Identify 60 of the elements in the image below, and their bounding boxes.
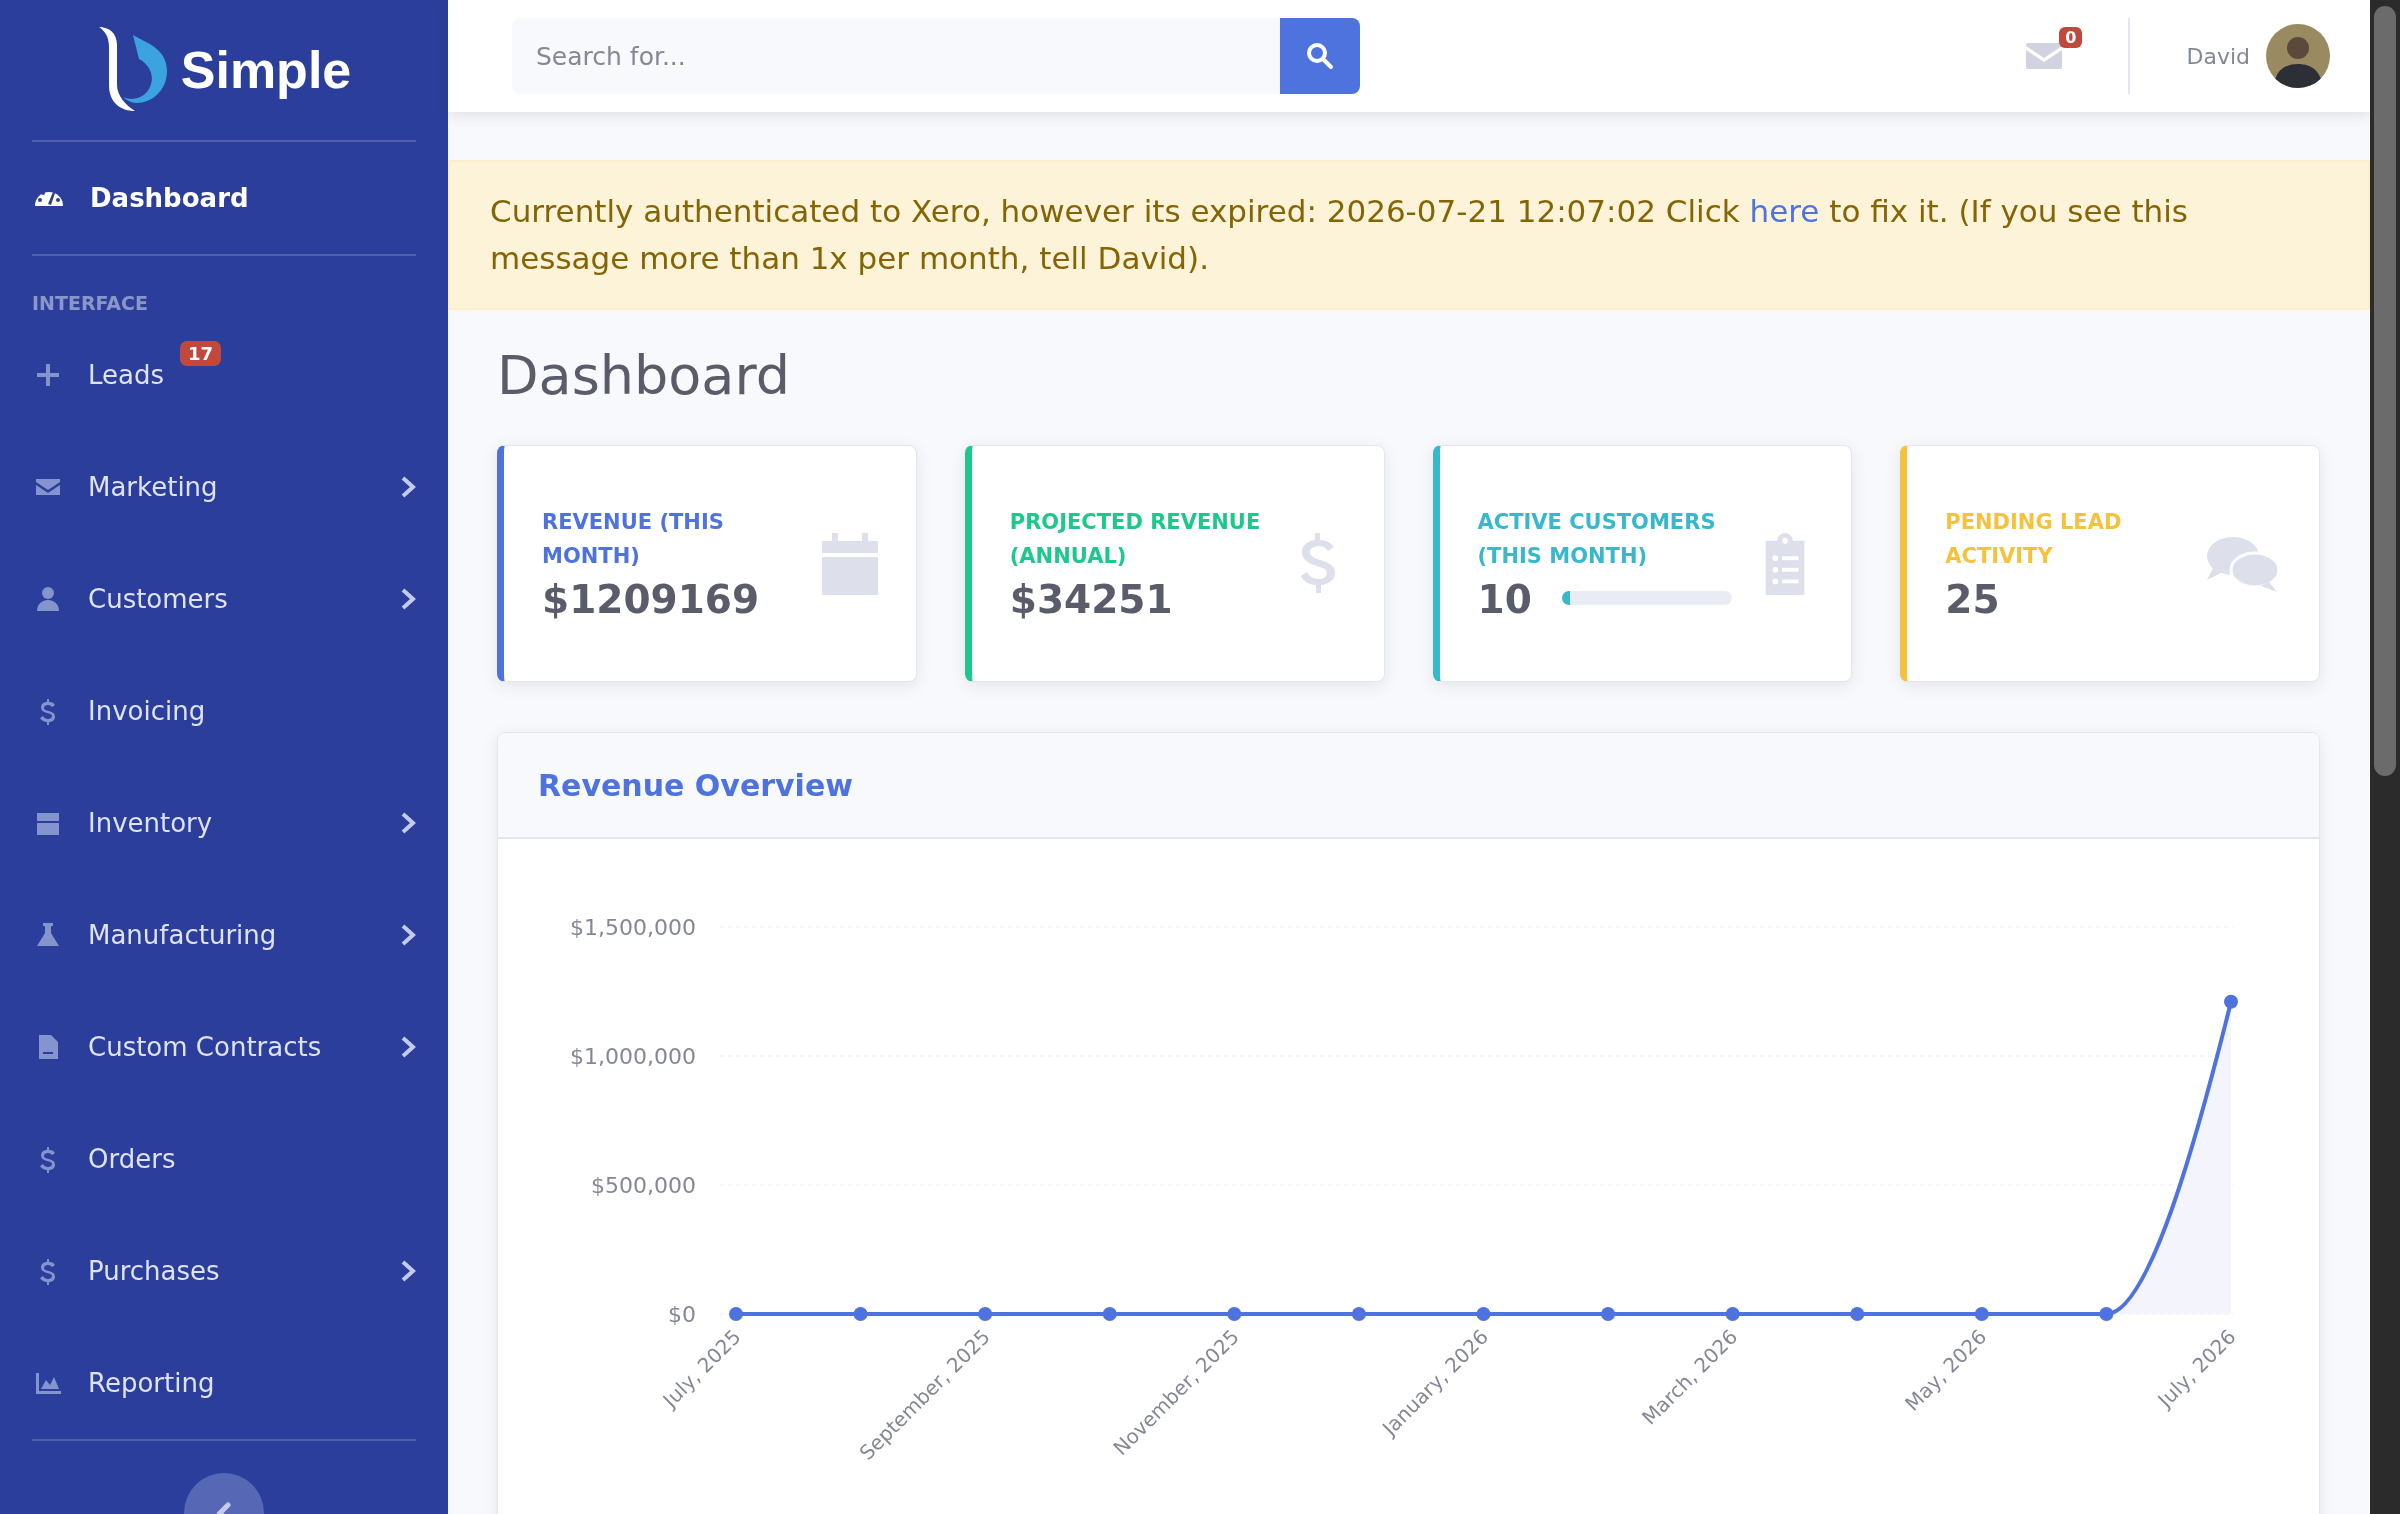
data-point [853, 1307, 868, 1321]
axis-label: $1,500,000 [570, 915, 696, 940]
sidebar-item[interactable]: Orders [0, 1103, 448, 1215]
data-point [978, 1307, 993, 1321]
logo-text: Simple [180, 40, 352, 100]
sidebar-item[interactable]: Customers [0, 543, 448, 655]
stat-value: $1209169 [542, 577, 760, 622]
data-point [2224, 994, 2238, 1009]
section-heading: INTERFACE [31, 291, 149, 316]
count-badge: 0 [2059, 27, 2083, 48]
chevron-right-icon [400, 475, 416, 499]
data-point [1102, 1307, 1117, 1321]
sidebar-item[interactable]: Marketing [0, 431, 448, 543]
search-button[interactable] [1280, 18, 1360, 94]
data-point [1351, 1307, 1366, 1321]
plus-icon [34, 361, 62, 389]
stat-value: $34251 [1009, 577, 1173, 622]
sidebar-item[interactable]: Manufacturing [0, 879, 448, 991]
card-title: Revenue Overview [538, 767, 853, 803]
sidebar-item[interactable]: Custom Contracts [0, 991, 448, 1103]
count-badge: 17 [180, 341, 222, 366]
flask-icon [34, 921, 62, 949]
axis-label: $500,000 [591, 1173, 696, 1198]
user-icon [34, 585, 62, 613]
sidebar-item[interactable]: Invoicing [0, 655, 448, 767]
chevron-right-icon [400, 1035, 416, 1059]
data-point [1850, 1307, 1865, 1321]
data-point [1476, 1307, 1491, 1321]
page-title: Dashboard [497, 344, 791, 407]
alert-message: Currently authenticated to Xero, however its expired: 2026-07-21 12:07:02 Click here to fix it. (If you see this message more than 1x per month, tell David). [448, 160, 2370, 310]
sidebar-item[interactable]: Reporting [0, 1327, 448, 1439]
gauge-icon [34, 190, 64, 206]
stat-label: REVENUE (THIS MONTH) [542, 509, 725, 570]
stat-label: PENDING LEAD ACTIVITY [1945, 509, 2123, 570]
search-field[interactable]: Search for... [512, 18, 1280, 94]
data-point [1974, 1307, 1989, 1321]
stat-label: ACTIVE CUSTOMERS (THIS MONTH) [1477, 509, 1717, 570]
sidebar-item[interactable]: Dashboard [0, 142, 448, 254]
calendar-icon [821, 532, 878, 595]
sidebar-item[interactable]: Inventory [0, 767, 448, 879]
scrollbar[interactable] [2370, 0, 2400, 1514]
sidebar-item[interactable]: Leads 17 [0, 319, 448, 431]
search-icon [1306, 42, 1334, 70]
stat-value: 25 [1945, 577, 2000, 622]
data-point [1725, 1307, 1740, 1321]
data-point [1227, 1307, 1242, 1321]
fix-link[interactable]: here [1749, 193, 1820, 229]
axis-label: $0 [668, 1302, 696, 1327]
stat-label: PROJECTED REVENUE (ANNUAL) [1009, 509, 1262, 570]
chevron-right-icon [400, 587, 416, 611]
stat-value: 10 [1477, 577, 1532, 622]
axis-label: $1,000,000 [570, 1044, 696, 1069]
data-point [729, 1307, 743, 1321]
data-point [1601, 1307, 1616, 1321]
data-point [2099, 1307, 2114, 1321]
chevron-right-icon [400, 811, 416, 835]
user-name[interactable]: David [2186, 43, 2250, 69]
chevron-right-icon [400, 1259, 416, 1283]
chevron-right-icon [400, 923, 416, 947]
sidebar-item[interactable]: Purchases [0, 1215, 448, 1327]
